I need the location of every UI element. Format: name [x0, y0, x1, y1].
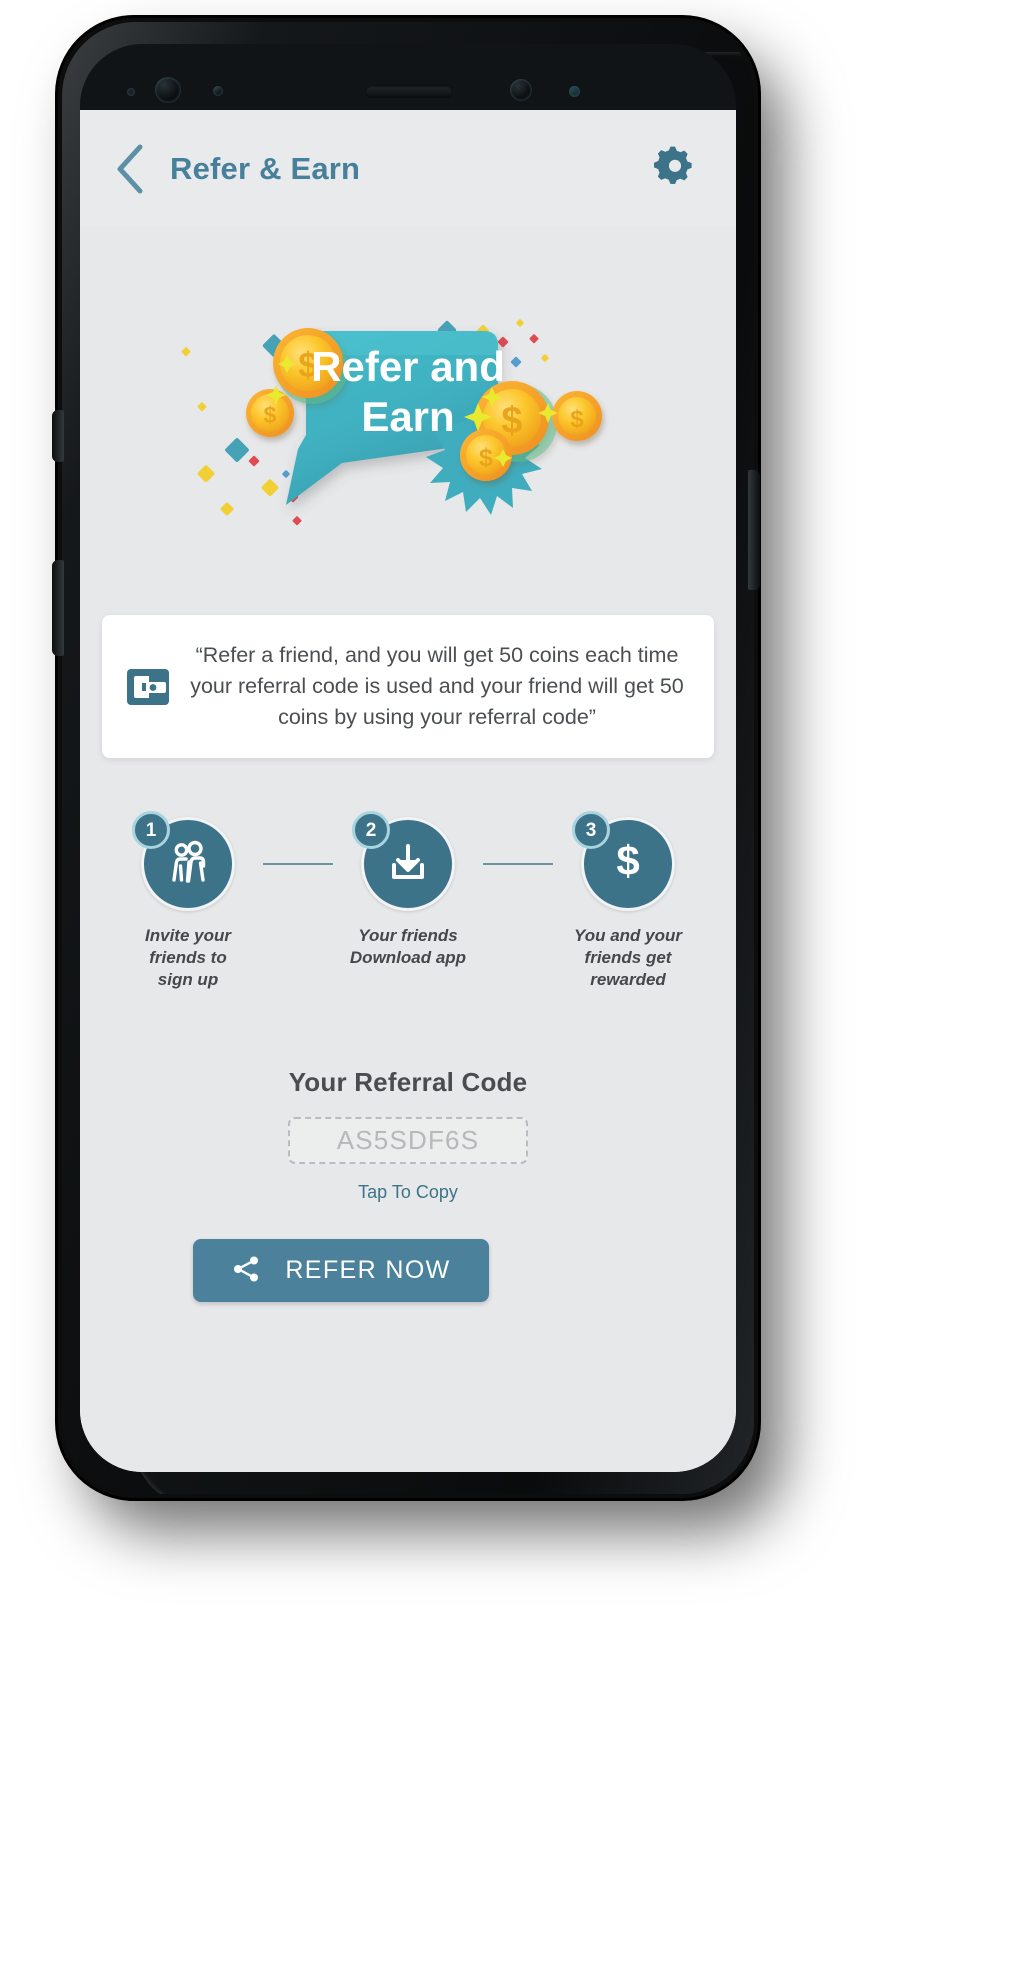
- back-button[interactable]: [102, 138, 158, 200]
- svg-text:$: $: [479, 444, 493, 472]
- settings-button[interactable]: [648, 142, 702, 196]
- hero-line-2: Earn: [361, 393, 454, 440]
- tap-to-copy-link[interactable]: Tap To Copy: [358, 1182, 458, 1203]
- dollar-sign-icon: $: [603, 837, 653, 892]
- phone-display: Refer & Earn $ $ $ $ $ Refer and Earn “R…: [80, 44, 736, 1472]
- front-camera-icon: [155, 77, 181, 103]
- svg-text:$: $: [501, 400, 522, 442]
- referral-code-section: Your Referral Code AS5SDF6S Tap To Copy: [80, 1067, 736, 1203]
- earpiece-speaker: [365, 85, 453, 98]
- step-3-label: You and your friends get rewarded: [574, 926, 682, 989]
- app-screen: Refer & Earn $ $ $ $ $ Refer and Earn “R…: [80, 110, 736, 1472]
- secondary-camera-icon: [510, 79, 532, 101]
- chevron-left-icon: [112, 142, 148, 196]
- step-3: $ 3 You and your friends get rewarded: [553, 811, 703, 991]
- svg-text:$: $: [570, 406, 584, 433]
- svg-text:$: $: [264, 402, 277, 428]
- step-1-label: Invite your friends to sign up: [145, 926, 231, 989]
- referral-code-box[interactable]: AS5SDF6S: [288, 1117, 528, 1164]
- screenshot-stage: Refer & Earn $ $ $ $ $ Refer and Earn “R…: [0, 0, 1020, 1968]
- refer-now-label: REFER NOW: [285, 1256, 451, 1284]
- step-2-icon-wrap: 2: [352, 811, 455, 911]
- download-icon: [383, 837, 433, 892]
- app-body: $ $ $ $ $ Refer and Earn “Refer a friend…: [80, 227, 736, 1472]
- refer-and-earn-speech-bubble-illustration: $ $ $ $ $ Refer and Earn: [80, 227, 736, 527]
- step-connector-1: [263, 863, 333, 865]
- referral-info-text: “Refer a friend, and you will get 50 coi…: [190, 643, 684, 729]
- iris-sensor-icon: [213, 86, 223, 96]
- svg-text:$: $: [616, 837, 639, 884]
- how-it-works-steps: 1 Invite your friends to sign up 2 Your …: [80, 811, 736, 991]
- phone-bixby-button[interactable]: [52, 410, 64, 462]
- step-1-icon-wrap: 1: [132, 811, 235, 911]
- phone-power-button[interactable]: [748, 470, 760, 590]
- page-title: Refer & Earn: [170, 150, 361, 186]
- phone-volume-button[interactable]: [52, 560, 64, 656]
- app-header: Refer & Earn: [80, 110, 736, 227]
- referral-code-heading: Your Referral Code: [288, 1067, 528, 1097]
- hero-banner: $ $ $ $ $ Refer and Earn: [80, 227, 736, 527]
- refer-now-button[interactable]: REFER NOW: [193, 1239, 489, 1302]
- wallet-icon: [120, 667, 176, 707]
- step-3-badge: 3: [572, 811, 610, 849]
- step-connector-2: [483, 863, 553, 865]
- step-1: 1 Invite your friends to sign up: [113, 811, 263, 991]
- step-3-icon-wrap: $ 3: [572, 811, 675, 911]
- two-people-icon: [162, 836, 214, 893]
- referral-code-value: AS5SDF6S: [336, 1125, 480, 1155]
- referral-info-card: “Refer a friend, and you will get 50 coi…: [102, 615, 714, 758]
- hero-line-1: Refer and: [311, 343, 505, 390]
- step-2-badge: 2: [352, 811, 390, 849]
- step-2-label: Your friends Download app: [349, 926, 467, 967]
- gear-icon: [653, 144, 697, 193]
- proximity-sensor-icon: [127, 88, 135, 96]
- step-2: 2 Your friends Download app: [333, 811, 483, 969]
- step-1-badge: 1: [132, 811, 170, 849]
- light-sensor-icon: [569, 86, 580, 97]
- share-icon: [231, 1254, 261, 1287]
